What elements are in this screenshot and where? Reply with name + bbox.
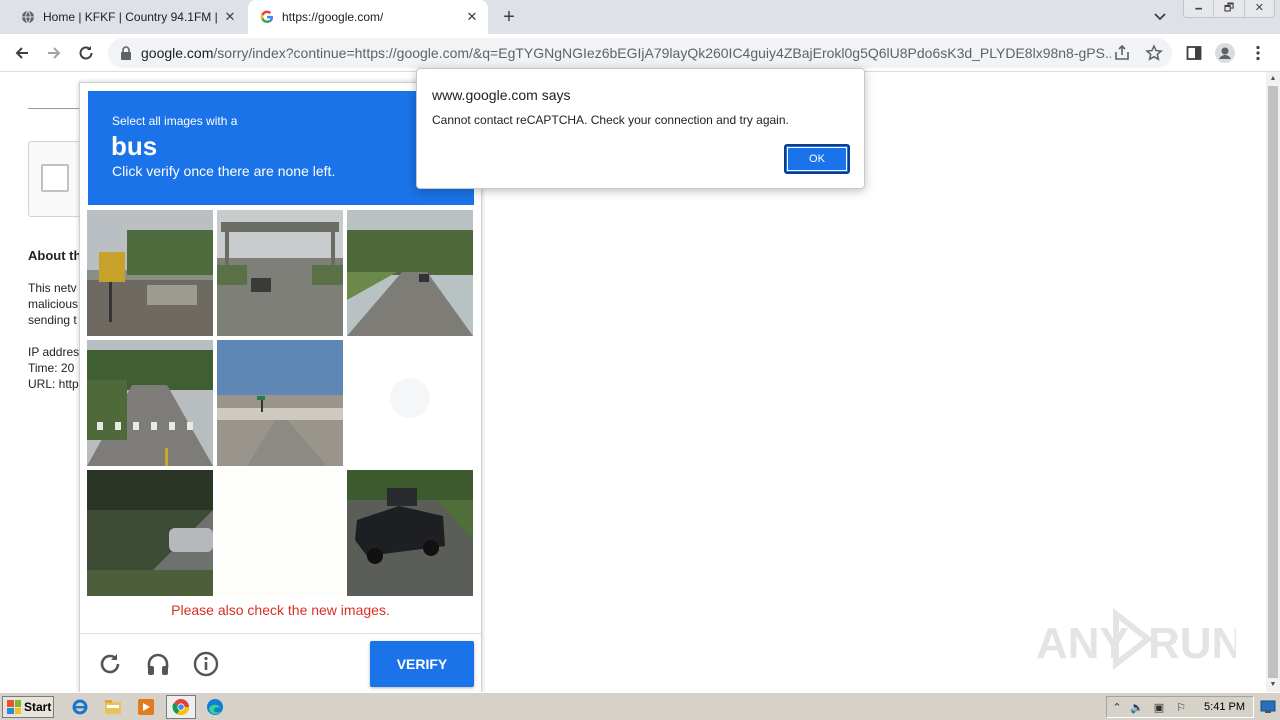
url-text: google.com/sorry/index?continue=https://… (141, 45, 1111, 61)
instruction-text: Select all images with a (112, 114, 238, 128)
info-line: malicious (28, 297, 79, 311)
verify-button[interactable]: VERIFY (370, 641, 474, 687)
chevron-down-icon[interactable] (1151, 9, 1169, 25)
windows-logo-icon (7, 700, 21, 714)
file-explorer-icon[interactable] (103, 697, 123, 717)
media-player-icon[interactable] (136, 697, 156, 717)
image-tile-highway-overpass[interactable] (217, 340, 343, 466)
new-tab-button[interactable]: + (498, 6, 520, 28)
watermark-text-run: RUN (1148, 619, 1236, 668)
image-tile-highway-overhead-sign[interactable] (217, 210, 343, 336)
image-tile-car-by-grass[interactable] (87, 470, 213, 596)
google-g-icon (259, 9, 275, 25)
image-tile-crosswalk-street[interactable] (87, 340, 213, 466)
error-message: Please also check the new images. (171, 602, 390, 618)
kebab-menu-icon[interactable] (1247, 42, 1269, 64)
side-panel-icon[interactable] (1183, 42, 1205, 64)
window-controls: 🗕 🗗 ✕ (1183, 0, 1275, 18)
anyrun-watermark: ANY RUN (1036, 604, 1243, 674)
alert-dialog: www.google.com says Cannot contact reCAP… (416, 68, 865, 189)
tab-strip: Home | KFKF | Country 94.1FM | Kansas Ci… (0, 0, 1280, 34)
scroll-up-icon[interactable]: ▲ (1266, 72, 1280, 86)
tab-kfkf[interactable]: Home | KFKF | Country 94.1FM | Kansas Ci… (0, 0, 246, 34)
ip-line: IP addres (28, 345, 80, 359)
about-heading: About th (28, 248, 82, 263)
internet-explorer-icon[interactable] (70, 697, 90, 717)
target-object: bus (111, 131, 158, 161)
taskbar: Start ⌃ 🔈 ▣ ⚐ 5:41 PM (0, 692, 1280, 720)
scrollbar-thumb[interactable] (1268, 86, 1278, 678)
image-tile-blank-loading[interactable] (347, 340, 473, 466)
share-icon[interactable] (1113, 44, 1131, 67)
tab-title: Home | KFKF | Country 94.1FM | Kansas Ci… (43, 10, 221, 24)
headphones-icon[interactable] (143, 649, 173, 679)
restore-icon[interactable]: 🗗 (1213, 0, 1243, 17)
lock-icon[interactable] (120, 46, 132, 65)
tab-google[interactable]: https://google.com/ ✕ (248, 0, 488, 34)
challenge-footer: VERIFY (80, 633, 481, 692)
volume-icon[interactable]: 🔈 (1129, 700, 1145, 716)
chrome-taskbar-icon[interactable] (166, 695, 196, 719)
url-line: URL: http (28, 377, 79, 391)
scroll-down-icon[interactable]: ▼ (1266, 678, 1280, 692)
tab-close-icon[interactable]: ✕ (222, 9, 238, 25)
minimize-icon[interactable]: 🗕 (1184, 0, 1213, 17)
alert-origin: www.google.com says (432, 87, 571, 103)
browser-toolbar: google.com/sorry/index?continue=https://… (0, 34, 1280, 72)
tab-close-icon[interactable]: ✕ (464, 9, 480, 25)
info-line: This netv (28, 281, 77, 295)
divider (28, 108, 80, 109)
tray-expand-icon[interactable]: ⌃ (1109, 700, 1125, 716)
time-line: Time: 20 (28, 361, 75, 375)
instruction-detail: Click verify once there are none left. (112, 163, 336, 179)
system-tray: ⌃ 🔈 ▣ ⚐ 5:41 PM (1106, 696, 1254, 718)
recaptcha-checkbox[interactable] (41, 164, 69, 192)
vertical-scrollbar[interactable]: ▲ ▼ (1266, 72, 1280, 692)
network-icon[interactable]: ▣ (1151, 700, 1167, 716)
forward-arrow-icon[interactable] (43, 42, 65, 64)
reload-challenge-icon[interactable] (95, 649, 125, 679)
image-tile-black-pickup-truck[interactable] (347, 470, 473, 596)
profile-avatar-icon[interactable] (1214, 42, 1236, 64)
address-bar[interactable]: google.com/sorry/index?continue=https://… (108, 38, 1172, 68)
edge-icon[interactable] (205, 697, 225, 717)
image-tile-road-with-trees[interactable] (347, 210, 473, 336)
action-center-flag-icon[interactable]: ⚐ (1173, 700, 1189, 716)
tab-title: https://google.com/ (282, 10, 384, 24)
alert-message: Cannot contact reCAPTCHA. Check your con… (432, 113, 789, 127)
globe-icon (20, 9, 36, 25)
start-label: Start (24, 700, 52, 714)
info-icon[interactable] (191, 649, 221, 679)
show-desktop-icon[interactable] (1258, 696, 1278, 718)
start-button[interactable]: Start (2, 696, 54, 718)
ok-button[interactable]: OK (784, 144, 850, 174)
screen: Home | KFKF | Country 94.1FM | Kansas Ci… (0, 0, 1280, 720)
back-arrow-icon[interactable] (11, 42, 33, 64)
info-line: sending t (28, 313, 77, 327)
image-tile-street-corner-sign[interactable] (87, 210, 213, 336)
close-window-icon[interactable]: ✕ (1243, 0, 1274, 17)
image-tile-blank-fading[interactable] (217, 470, 343, 596)
reload-icon[interactable] (75, 42, 97, 64)
clock[interactable]: 5:41 PM (1204, 701, 1245, 713)
bookmark-star-icon[interactable] (1145, 44, 1163, 67)
